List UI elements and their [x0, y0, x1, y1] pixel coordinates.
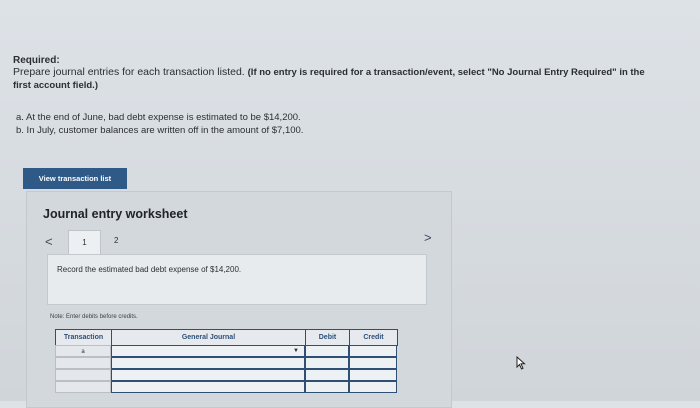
table-row — [55, 369, 397, 381]
worksheet-title: Journal entry worksheet — [43, 207, 188, 221]
transaction-list: a. At the end of June, bad debt expense … — [16, 111, 303, 137]
debit-input[interactable] — [305, 345, 349, 357]
account-select[interactable] — [111, 345, 305, 357]
table-row — [55, 381, 397, 393]
transaction-cell — [55, 357, 111, 369]
transaction-cell: a — [55, 345, 111, 357]
debit-input[interactable] — [305, 381, 349, 393]
credit-input[interactable] — [349, 369, 397, 381]
credit-input[interactable] — [349, 357, 397, 369]
tab-2[interactable]: 2 — [114, 236, 118, 245]
debit-input[interactable] — [305, 369, 349, 381]
account-select[interactable] — [111, 357, 305, 369]
column-header-transaction: Transaction — [55, 329, 112, 346]
credit-input[interactable] — [349, 381, 397, 393]
view-transaction-list-button[interactable]: View transaction list — [23, 168, 127, 189]
entry-description: Record the estimated bad debt expense of… — [57, 265, 242, 274]
column-header-debit: Debit — [305, 329, 350, 346]
debit-input[interactable] — [305, 357, 349, 369]
tab-1[interactable]: 1 — [68, 230, 101, 255]
column-header-general-journal: General Journal — [111, 329, 306, 346]
transaction-cell — [55, 381, 111, 393]
entry-description-box — [47, 254, 427, 305]
mouse-cursor-icon — [516, 356, 526, 370]
account-select[interactable] — [111, 381, 305, 393]
credit-input[interactable] — [349, 345, 397, 357]
table-row — [55, 357, 397, 369]
chevron-right-icon[interactable]: > — [424, 230, 432, 245]
required-instruction: Prepare journal entries for each transac… — [13, 66, 663, 92]
account-select[interactable] — [111, 369, 305, 381]
required-label: Required: — [13, 55, 60, 66]
table-row: a — [55, 345, 397, 357]
caret-down-icon[interactable]: ▼ — [293, 348, 299, 354]
transaction-cell — [55, 369, 111, 381]
transaction-item: a. At the end of June, bad debt expense … — [16, 112, 301, 123]
transaction-item: b. In July, customer balances are writte… — [16, 125, 304, 136]
instruction-text: Prepare journal entries for each transac… — [13, 66, 245, 78]
chevron-left-icon[interactable]: < — [45, 234, 53, 249]
worksheet-note: Note: Enter debits before credits. — [50, 314, 138, 320]
column-header-credit: Credit — [349, 329, 398, 346]
